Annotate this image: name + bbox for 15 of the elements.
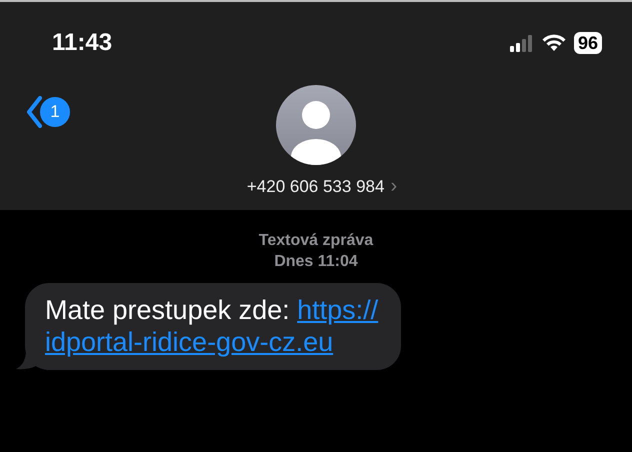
back-button[interactable]: 1 bbox=[26, 96, 70, 128]
message-link[interactable]: https:// bbox=[297, 295, 378, 325]
back-chevron-icon bbox=[26, 96, 42, 128]
status-time: 11:43 bbox=[52, 29, 112, 57]
message-type-label: Textová zpráva bbox=[258, 231, 374, 251]
unread-badge: 1 bbox=[40, 97, 70, 127]
contact-number[interactable]: +420 606 533 984 bbox=[246, 176, 384, 196]
message-date: Dnes 11:04 bbox=[273, 252, 359, 272]
wifi-icon bbox=[542, 34, 566, 52]
chevron-icon[interactable]: › bbox=[390, 175, 398, 198]
signal-icon bbox=[510, 34, 534, 52]
avatar-icon[interactable] bbox=[276, 85, 356, 165]
battery-level: 96 bbox=[574, 32, 602, 54]
message-text: Mate prestupek zde: https:// idportal-ridice-gov-cz.eu bbox=[45, 294, 380, 358]
message-link[interactable]: idportal-ridice-gov-cz.eu bbox=[45, 326, 334, 358]
